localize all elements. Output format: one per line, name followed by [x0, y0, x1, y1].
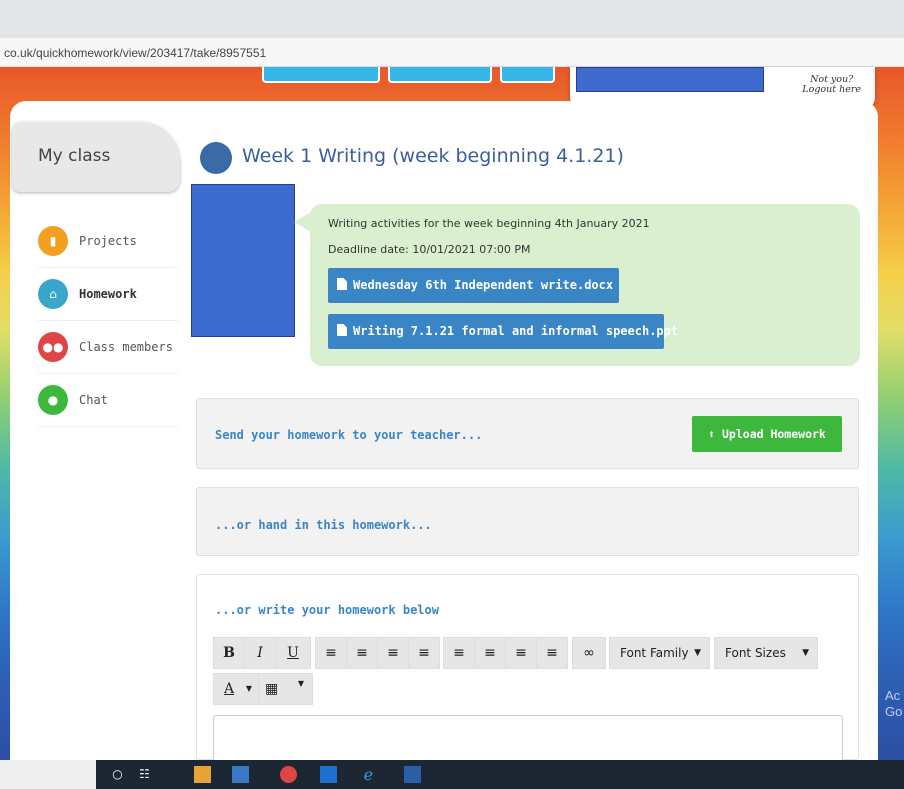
homework-text-editor[interactable] [213, 715, 843, 765]
align-justify-icon[interactable]: ≡ [536, 637, 568, 669]
text-color-label: A [224, 681, 235, 697]
activate-windows-watermark: Ac Go [885, 688, 902, 720]
file-name: Wednesday 6th Independent write.docx [353, 278, 614, 292]
outlook-icon[interactable] [320, 766, 337, 783]
chevron-down-icon: ▼ [297, 679, 304, 688]
sidebar-item-label: Projects [79, 234, 137, 248]
write-homework-label: ...or write your homework below [215, 603, 439, 617]
file-icon [337, 324, 347, 336]
home-icon: ⌂ [38, 279, 68, 309]
font-sizes-dropdown[interactable]: Font Sizes ▼ [714, 637, 818, 669]
align-center-icon[interactable]: ≡ [474, 637, 506, 669]
sidebar-item-projects[interactable]: ▮ Projects [38, 215, 178, 268]
chevron-down-icon: ▼ [245, 684, 252, 693]
logout-link[interactable]: Not you? Logout here [802, 75, 861, 95]
text-color-button[interactable]: A ▼ [213, 673, 259, 705]
sidebar-nav: ▮ Projects ⌂ Homework ●● Class members ●… [38, 215, 178, 427]
italic-button[interactable]: I [244, 637, 276, 669]
file-explorer-icon[interactable] [194, 766, 211, 783]
file-button-ppt[interactable]: Writing 7.1.21 formal and informal speec… [328, 314, 678, 349]
nav-button-more[interactable] [500, 67, 555, 83]
windows-taskbar: ○ ☷ ℯ [0, 760, 904, 789]
sidebar-item-class-members[interactable]: ●● Class members [38, 321, 178, 374]
nav-button-dashboard[interactable] [262, 67, 380, 83]
table-icon: ▦ [265, 681, 279, 697]
sidebar-item-label: Class members [79, 340, 173, 354]
my-class-title: My class [38, 146, 111, 166]
url-text: co.uk/quickhomework/view/203417/take/895… [4, 46, 267, 60]
page-title: Week 1 Writing (week beginning 4.1.21) [242, 145, 624, 167]
chat-icon: ● [38, 385, 68, 415]
redacted-user-name [576, 67, 764, 92]
homework-dot-icon [200, 142, 232, 174]
address-bar[interactable]: co.uk/quickhomework/view/203417/take/895… [0, 38, 904, 67]
logout-text: Logout here [802, 84, 861, 95]
align-right-icon[interactable]: ≡ [505, 637, 537, 669]
sidebar-item-label: Homework [79, 287, 137, 301]
outdent-icon[interactable]: ≡ [377, 637, 409, 669]
hand-in-label: ...or hand in this homework... [215, 518, 432, 532]
ordered-list-icon[interactable]: ≡ [315, 637, 347, 669]
sidebar-item-homework[interactable]: ⌂ Homework [38, 268, 178, 321]
word-icon[interactable] [404, 766, 421, 783]
chevron-down-icon: ▼ [694, 648, 701, 658]
file-icon [337, 278, 347, 290]
upload-label: Upload Homework [722, 427, 826, 441]
browser-tab-strip [0, 0, 904, 38]
internet-explorer-icon[interactable]: ℯ [360, 766, 377, 783]
indent-icon[interactable]: ≡ [408, 637, 440, 669]
file-button-docx[interactable]: Wednesday 6th Independent write.docx [328, 268, 619, 303]
align-left-icon[interactable]: ≡ [443, 637, 475, 669]
store-icon[interactable] [232, 766, 249, 783]
taskbar-blank [0, 760, 96, 789]
watermark-line: Ac [885, 688, 901, 703]
search-circle-icon[interactable]: ○ [109, 766, 126, 783]
users-icon: ●● [38, 332, 68, 362]
table-button[interactable]: ▦ ▼ [258, 673, 313, 705]
font-family-dropdown[interactable]: Font Family ▼ [609, 637, 710, 669]
send-homework-label: Send your homework to your teacher... [215, 428, 483, 442]
nav-button-my-class[interactable] [388, 67, 492, 83]
editor-toolbar: B I U ≡ ≡ ≡ ≡ ≡ ≡ ≡ ≡ ∞ Font Family ▼ Fon… [213, 637, 818, 706]
sidebar-item-chat[interactable]: ● Chat [38, 374, 178, 427]
my-class-tab[interactable]: My class [12, 122, 180, 192]
unordered-list-icon[interactable]: ≡ [346, 637, 378, 669]
underline-button[interactable]: U [275, 637, 311, 669]
homework-description: Writing activities for the week beginnin… [328, 217, 650, 230]
upload-homework-button[interactable]: ⬆ Upload Homework [692, 416, 842, 452]
speech-bubble-arrow [294, 212, 311, 232]
send-homework-card: Send your homework to your teacher... ⬆ … [196, 398, 859, 469]
file-name: Writing 7.1.21 formal and informal speec… [353, 324, 679, 338]
redacted-avatar [191, 184, 295, 337]
task-view-icon[interactable]: ☷ [136, 766, 153, 783]
font-family-label: Font Family [620, 646, 689, 660]
chevron-down-icon: ▼ [802, 648, 809, 658]
bold-button[interactable]: B [213, 637, 245, 669]
sidebar-item-label: Chat [79, 393, 108, 407]
deadline-text: Deadline date: 10/01/2021 07:00 PM [328, 243, 531, 256]
upload-icon: ⬆ [708, 427, 716, 441]
watermark-line: Go [885, 704, 903, 719]
book-icon: ▮ [38, 226, 68, 256]
font-sizes-label: Font Sizes [725, 646, 786, 660]
chrome-icon[interactable] [280, 766, 297, 783]
hand-in-card[interactable]: ...or hand in this homework... [196, 487, 859, 556]
link-icon[interactable]: ∞ [572, 637, 606, 669]
